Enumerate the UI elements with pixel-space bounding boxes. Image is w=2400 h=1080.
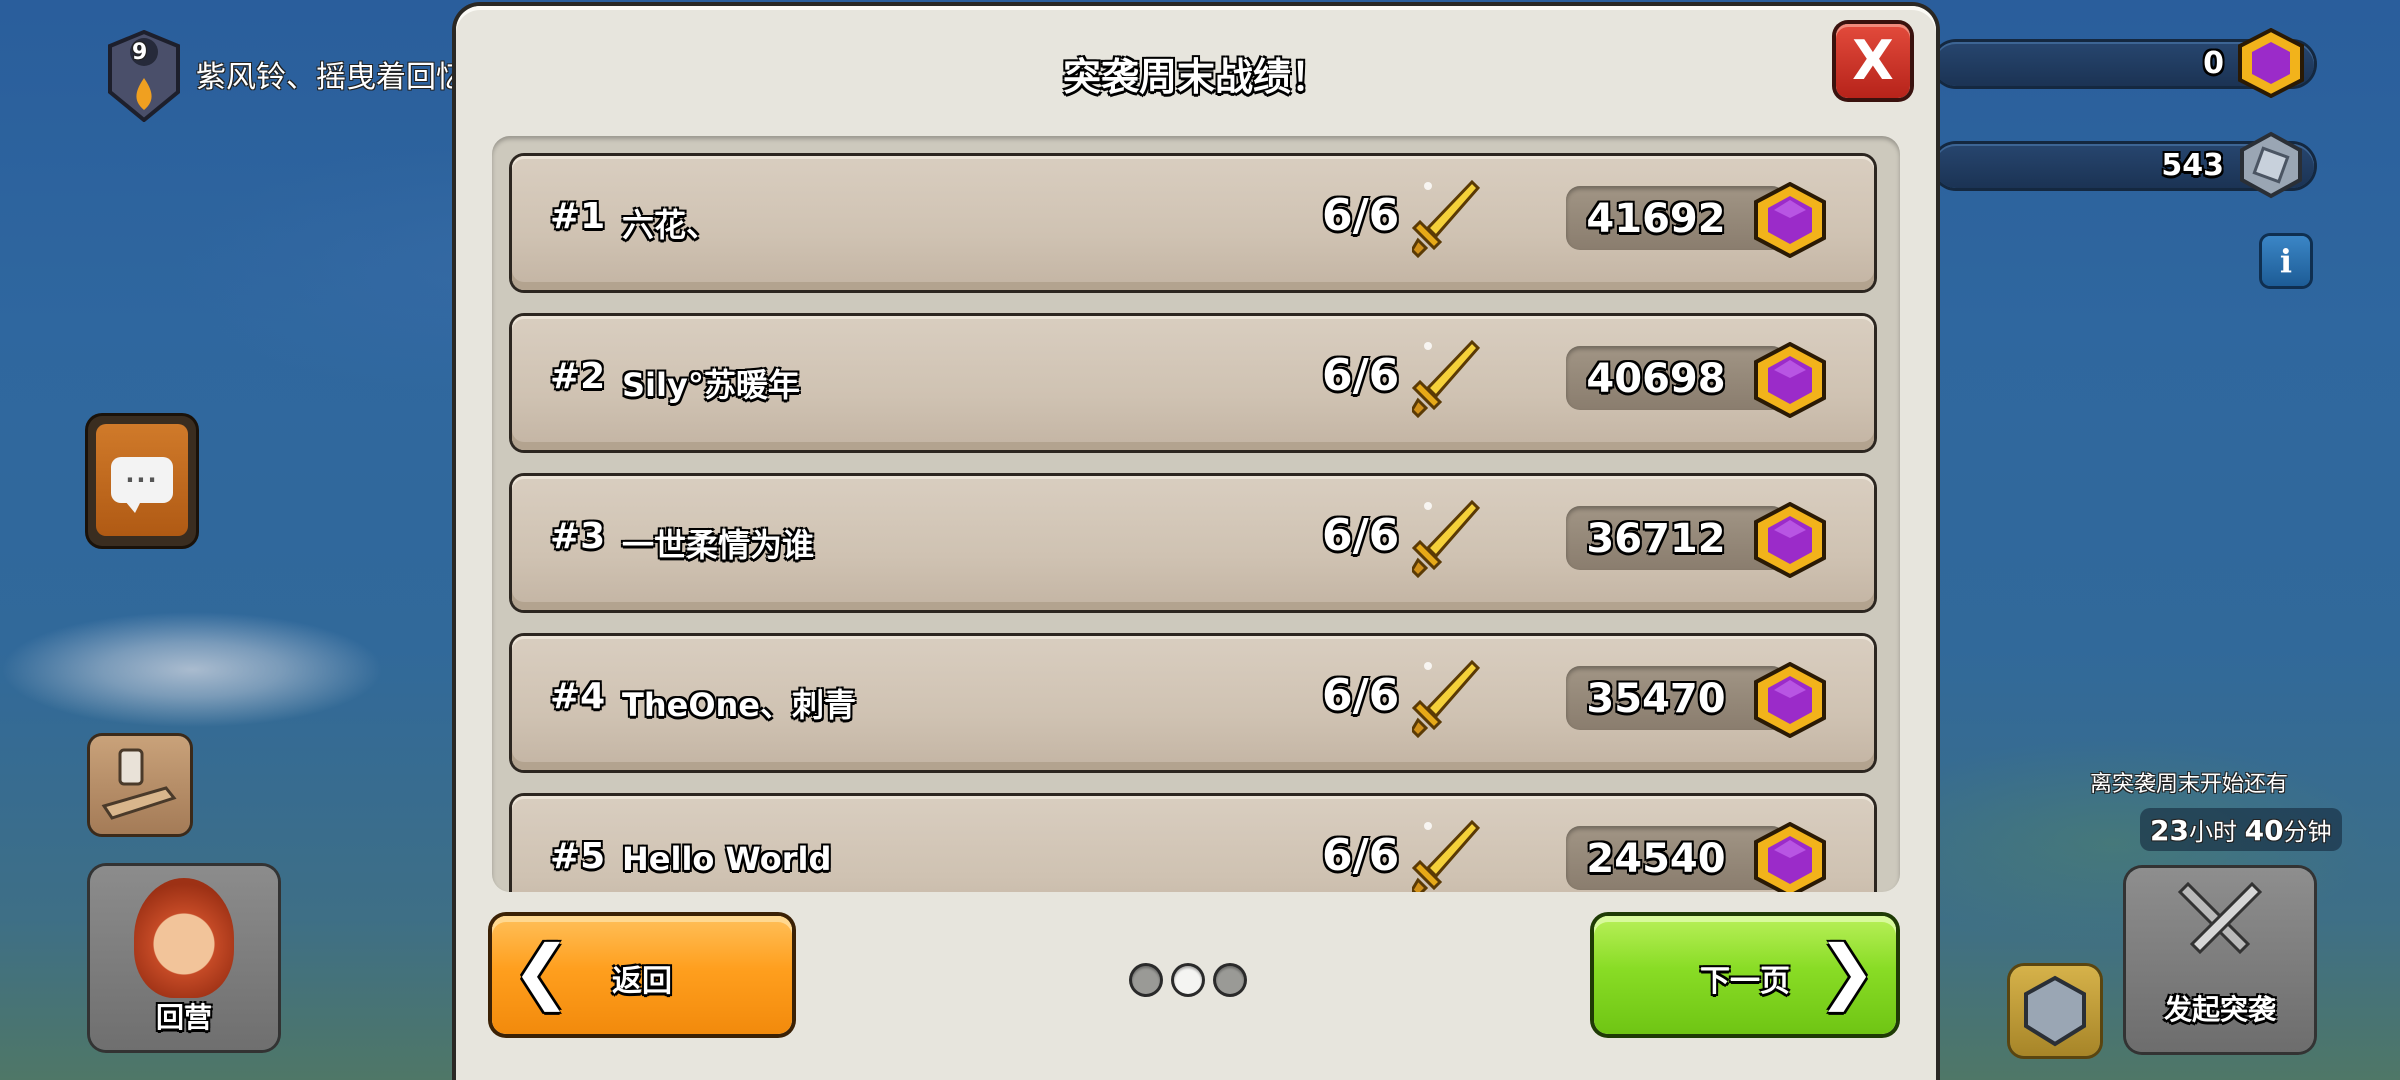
player-name: Sily°苏暖年 <box>622 366 800 404</box>
attacks-used: 6/6 <box>1322 510 1400 561</box>
countdown-minutes: 40 <box>2244 814 2284 847</box>
leaderboard-row[interactable]: #2 Sily°苏暖年 6/6 40698 <box>512 316 1874 450</box>
countdown-minutes-unit: 分钟 <box>2283 818 2332 846</box>
raid-medal-icon <box>1754 502 1826 578</box>
sword-icon <box>1412 819 1481 892</box>
attacks-used: 6/6 <box>1322 190 1400 241</box>
capital-gold-score: 24540 <box>1586 836 1726 882</box>
chat-button[interactable]: ··· <box>88 416 196 546</box>
raid-medal-icon <box>2238 28 2304 98</box>
villager-avatar <box>134 878 234 998</box>
player-name: 六花、 <box>622 206 719 244</box>
home-button-label: 回营 <box>155 1001 212 1034</box>
leaderboard-row[interactable]: #4 TheOne、刺青 6/6 35470 <box>512 636 1874 770</box>
dialog-title: 突袭周末战绩！ <box>1062 55 1329 99</box>
countdown-label: 离突袭周末开始还有 <box>2090 772 2289 797</box>
sword-icon <box>1412 179 1481 258</box>
raid-medal-icon <box>1754 342 1826 418</box>
capital-gold-score: 35470 <box>1586 676 1726 722</box>
gem-resource-value: 0 <box>2203 46 2224 81</box>
capital-trophy-icon <box>2240 131 2302 199</box>
leaderboard-row[interactable]: #3 一世柔情为谁 6/6 36712 <box>512 476 1874 610</box>
back-button[interactable]: ❮ 返回 <box>492 916 792 1034</box>
sword-icon <box>1412 339 1481 418</box>
clan-level: 9 <box>132 40 148 65</box>
start-raid-label: 发起突袭 <box>2163 993 2276 1026</box>
raid-medal-icon <box>1754 182 1826 258</box>
countdown-timer: 23小时 40分钟 <box>2140 808 2342 851</box>
chat-bubble-icon: ··· <box>111 457 173 513</box>
next-page-button[interactable]: 下一页 ❯ <box>1594 916 1896 1034</box>
capital-shield-icon <box>2024 975 2086 1047</box>
attacks-used: 6/6 <box>1322 350 1400 401</box>
sword-icon <box>1412 659 1481 738</box>
clan-name: 紫风铃、摇曳着回忆 <box>196 60 466 95</box>
page-dot[interactable] <box>1174 966 1202 994</box>
page-dot[interactable] <box>1216 966 1244 994</box>
chevron-right-icon: ❯ <box>1817 930 1876 1012</box>
player-rank: #4 <box>550 676 606 717</box>
page-dot[interactable] <box>1132 966 1160 994</box>
player-rank: #2 <box>550 356 606 397</box>
back-button-label: 返回 <box>612 964 672 999</box>
player-name: Hello World <box>622 840 832 878</box>
capital-gold-score: 36712 <box>1586 516 1726 562</box>
close-button[interactable]: X <box>1836 24 1910 98</box>
clan-war-icon <box>101 748 177 820</box>
player-name: TheOne、刺青 <box>622 686 857 724</box>
capital-gold-score: 41692 <box>1586 196 1726 242</box>
capital-gold-score: 40698 <box>1586 356 1726 402</box>
crossed-swords-icon <box>2177 882 2263 955</box>
leaderboard-row[interactable]: #5 Hello World 6/6 24540 <box>512 796 1874 892</box>
return-home-button[interactable]: 回营 <box>90 866 278 1050</box>
attacks-used: 6/6 <box>1322 670 1400 721</box>
player-rank: #3 <box>550 516 606 557</box>
attacks-used: 6/6 <box>1322 830 1400 881</box>
page-indicator <box>1132 966 1244 994</box>
leaderboard-list[interactable]: #1 六花、 6/6 41692 #2 Sily°苏暖年 6/6 40698 #… <box>492 136 1900 892</box>
trophy-resource-value: 543 <box>2161 148 2224 183</box>
countdown-hours-unit: 小时 <box>2188 818 2237 846</box>
info-button[interactable]: i <box>2262 236 2310 286</box>
player-rank: #1 <box>550 196 606 237</box>
player-name: 一世柔情为谁 <box>622 526 815 564</box>
clan-war-button[interactable] <box>90 736 190 834</box>
leaderboard-row[interactable]: #1 六花、 6/6 41692 <box>512 156 1874 290</box>
start-raid-button[interactable]: 发起突袭 <box>2126 868 2314 1052</box>
raid-medal-icon <box>1754 822 1826 892</box>
raid-medal-icon <box>1754 662 1826 738</box>
raid-weekend-results-dialog: 突袭周末战绩！ X #1 六花、 6/6 41692 #2 Sily°苏暖年 6… <box>456 6 1936 1080</box>
countdown-hours: 23 <box>2150 814 2189 847</box>
player-rank: #5 <box>550 836 606 877</box>
capital-attack-shortcut-button[interactable] <box>2010 966 2100 1056</box>
sword-icon <box>1412 499 1481 578</box>
